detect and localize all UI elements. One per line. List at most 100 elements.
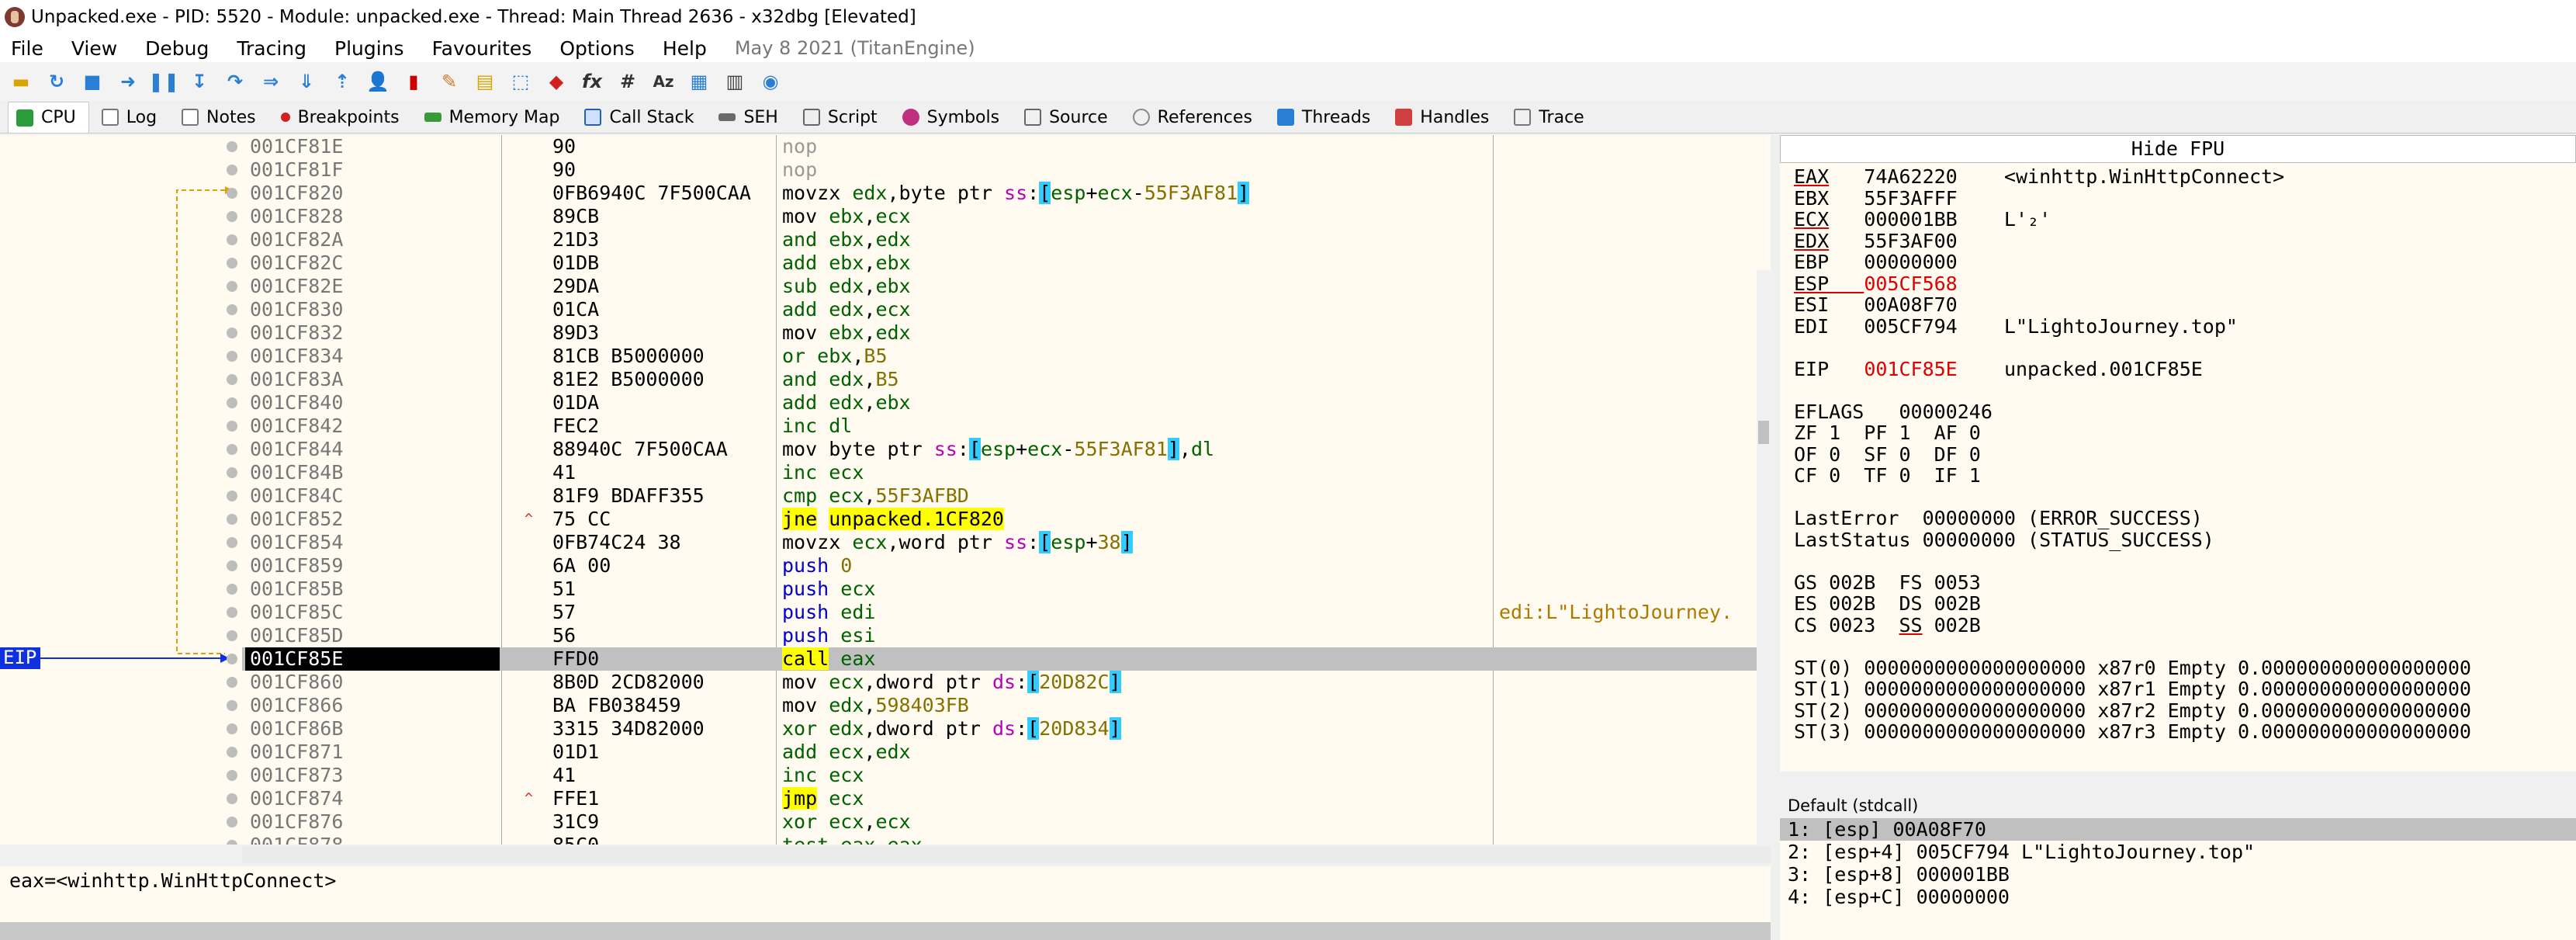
disasm-row[interactable]: 001CF85D 56 push esi bbox=[242, 624, 1760, 647]
disasm-row[interactable]: 001CF82E 29DA sub edx,ebx bbox=[242, 275, 1760, 298]
font-icon[interactable]: Az bbox=[650, 68, 677, 95]
disasm-row[interactable]: 001CF866 BA FB038459 mov edx,598403FB bbox=[242, 694, 1760, 717]
register-line[interactable]: OF 0 SF 0 DF 0 bbox=[1794, 443, 2576, 466]
restart-icon[interactable]: ↻ bbox=[43, 68, 70, 95]
register-line[interactable]: ECX 000001BB L'₂' bbox=[1794, 209, 2576, 231]
function-icon[interactable]: fx bbox=[579, 68, 605, 95]
breakpoint-dot[interactable] bbox=[227, 817, 237, 827]
patch-icon[interactable]: ✎ bbox=[436, 68, 462, 95]
register-line[interactable]: EBP 00000000 bbox=[1794, 251, 2576, 273]
breakpoint-dot[interactable] bbox=[227, 165, 237, 175]
register-line[interactable]: CF 0 TF 0 IF 1 bbox=[1794, 465, 2576, 487]
register-line[interactable] bbox=[1794, 636, 2576, 657]
register-line[interactable]: EIP 001CF85E unpacked.001CF85E bbox=[1794, 358, 2576, 380]
breakpoint-dot[interactable] bbox=[227, 304, 237, 315]
breakpoint-dot[interactable] bbox=[227, 770, 237, 781]
stack-arg-line[interactable]: 3: [esp+8] 000001BB bbox=[1780, 863, 2576, 886]
disasm-row[interactable]: 001CF820 0FB6940C 7F500CAA movzx edx,byte … bbox=[242, 182, 1760, 205]
register-line[interactable]: ST(1) 0000000000000000000 x87r1 Empty 0.… bbox=[1794, 678, 2576, 700]
menu-plugins[interactable]: Plugins bbox=[334, 37, 404, 60]
disasm-row[interactable]: 001CF85B 51 push ecx bbox=[242, 578, 1760, 601]
tab-cpu[interactable]: CPU bbox=[8, 102, 89, 133]
breakpoint-dot[interactable] bbox=[227, 491, 237, 501]
tab-notes[interactable]: Notes bbox=[174, 102, 268, 133]
tab-symbols[interactable]: Symbols bbox=[895, 102, 1012, 133]
register-line[interactable]: EBX 55F3AFFF bbox=[1794, 187, 2576, 210]
disasm-hscroll[interactable] bbox=[242, 846, 1771, 863]
tab-call-stack[interactable]: Call Stack bbox=[576, 102, 706, 133]
breakpoint-dot[interactable] bbox=[227, 374, 237, 385]
tab-references[interactable]: References bbox=[1125, 102, 1265, 133]
disasm-row[interactable]: 001CF878 85C0 test eax,eax bbox=[242, 834, 1760, 845]
disasm-row[interactable]: 001CF854 0FB74C24 38 movzx ecx,word ptr ss… bbox=[242, 531, 1760, 554]
breakpoint-dot[interactable] bbox=[227, 584, 237, 595]
breakpoint-dot[interactable] bbox=[227, 397, 237, 408]
register-line[interactable]: ST(0) 0000000000000000000 x87r0 Empty 0.… bbox=[1794, 657, 2576, 679]
breakpoint-dot[interactable] bbox=[227, 537, 237, 548]
register-line[interactable]: ESI 00A08F70 bbox=[1794, 294, 2576, 316]
stack-arg-line[interactable]: 2: [esp+4] 005CF794 L"LightoJourney.top" bbox=[1780, 841, 2576, 863]
register-line[interactable]: LastStatus 00000000 (STATUS_SUCCESS) bbox=[1794, 529, 2576, 551]
run-to-user-code-icon[interactable]: 👤 bbox=[365, 68, 391, 95]
breakpoint-dot[interactable] bbox=[227, 281, 237, 292]
disasm-row[interactable]: 001CF82C 01DB add ebx,ebx bbox=[242, 251, 1760, 275]
breakpoint-dot[interactable] bbox=[227, 793, 237, 804]
register-line[interactable]: CS 0023 SS 002B bbox=[1794, 614, 2576, 636]
register-line[interactable]: EDI 005CF794 L"LightoJourney.top" bbox=[1794, 315, 2576, 338]
animate-over-icon[interactable]: ⇓ bbox=[293, 68, 320, 95]
tab-log[interactable]: Log bbox=[94, 102, 169, 133]
menu-options[interactable]: Options bbox=[559, 37, 634, 60]
step-into-icon[interactable]: ↧ bbox=[186, 68, 213, 95]
breakpoint-dot[interactable] bbox=[227, 723, 237, 734]
stack-args-pane[interactable]: 1: [esp] 00A08F70 2: [esp+4] 005CF794 L"L… bbox=[1780, 818, 2576, 940]
register-line[interactable]: ST(2) 0000000000000000000 x87r2 Empty 0.… bbox=[1794, 699, 2576, 722]
register-line[interactable]: ES 002B DS 002B bbox=[1794, 593, 2576, 615]
breakpoint-dot[interactable] bbox=[227, 421, 237, 432]
label-icon[interactable]: ⬚ bbox=[507, 68, 534, 95]
disasm-row[interactable]: 001CF832 89D3 mov ebx,edx bbox=[242, 321, 1760, 345]
calculator-icon[interactable]: ▦ bbox=[686, 68, 712, 95]
disasm-row[interactable]: 001CF834 81CB B5000000 or ebx,B5 bbox=[242, 345, 1760, 368]
globe-icon[interactable]: ◉ bbox=[757, 68, 784, 95]
tab-handles[interactable]: Handles bbox=[1387, 102, 1501, 133]
breakpoint-dot[interactable] bbox=[227, 211, 237, 222]
open-icon[interactable]: ▬ bbox=[8, 68, 34, 95]
tab-seh[interactable]: SEH bbox=[711, 102, 790, 133]
menu-view[interactable]: View bbox=[71, 37, 117, 60]
register-line[interactable]: GS 002B FS 0053 bbox=[1794, 571, 2576, 594]
breakpoint-dot[interactable] bbox=[227, 677, 237, 688]
breakpoint-dot[interactable] bbox=[227, 444, 237, 455]
stack-arg-line[interactable]: 1: [esp] 00A08F70 bbox=[1780, 818, 2576, 841]
disasm-row[interactable]: 001CF830 01CA add edx,ecx bbox=[242, 298, 1760, 321]
hash-icon[interactable]: # bbox=[615, 68, 641, 95]
memory-icon[interactable]: ▥ bbox=[722, 68, 748, 95]
breakpoint-dot[interactable] bbox=[227, 258, 237, 269]
stack-arg-line[interactable]: 4: [esp+C] 00000000 bbox=[1780, 886, 2576, 908]
menu-file[interactable]: File bbox=[11, 37, 43, 60]
register-line[interactable]: EDX 55F3AF00 bbox=[1794, 230, 2576, 252]
menu-help[interactable]: Help bbox=[663, 37, 707, 60]
disasm-row[interactable]: 001CF81F 90 nop bbox=[242, 158, 1760, 182]
tab-source[interactable]: Source bbox=[1016, 102, 1120, 133]
disasm-row[interactable]: 001CF859 6A 00 push 0 bbox=[242, 554, 1760, 578]
menu-debug[interactable]: Debug bbox=[145, 37, 209, 60]
animate-into-icon[interactable]: ⇒ bbox=[258, 68, 284, 95]
register-line[interactable] bbox=[1794, 380, 2576, 401]
breakpoint-dot[interactable] bbox=[227, 607, 237, 618]
vscroll-thumb[interactable] bbox=[1758, 421, 1769, 444]
tab-breakpoints[interactable]: Breakpoints bbox=[273, 102, 412, 133]
disasm-row[interactable]: 001CF85C 57 push edi edi:L"LightoJourney. bbox=[242, 601, 1760, 624]
disasm-row[interactable]: 001CF873 41 inc ecx bbox=[242, 764, 1760, 787]
hide-fpu-button[interactable]: Hide FPU bbox=[1780, 135, 2576, 163]
execute-till-return-icon[interactable]: ⇡ bbox=[329, 68, 355, 95]
breakpoint-dot[interactable] bbox=[227, 560, 237, 571]
register-line[interactable]: ZF 1 PF 1 AF 0 bbox=[1794, 422, 2576, 444]
disasm-row[interactable]: 001CF842 FEC2 inc dl bbox=[242, 415, 1760, 438]
breakpoint-dot[interactable] bbox=[227, 514, 237, 525]
disasm-row[interactable]: 001CF860 8B0D 2CD82000 mov ecx,dword ptr d… bbox=[242, 671, 1760, 694]
comment-icon[interactable]: ▤ bbox=[472, 68, 498, 95]
calling-convention-label[interactable]: Default (stdcall) bbox=[1780, 792, 2576, 818]
breakpoint-dot[interactable] bbox=[227, 328, 237, 338]
pause-icon[interactable]: ❚❚ bbox=[148, 68, 179, 95]
registers-pane[interactable]: Hide FPU EAX 74A62220 <winhttp.WinHttpCo… bbox=[1780, 135, 2576, 772]
